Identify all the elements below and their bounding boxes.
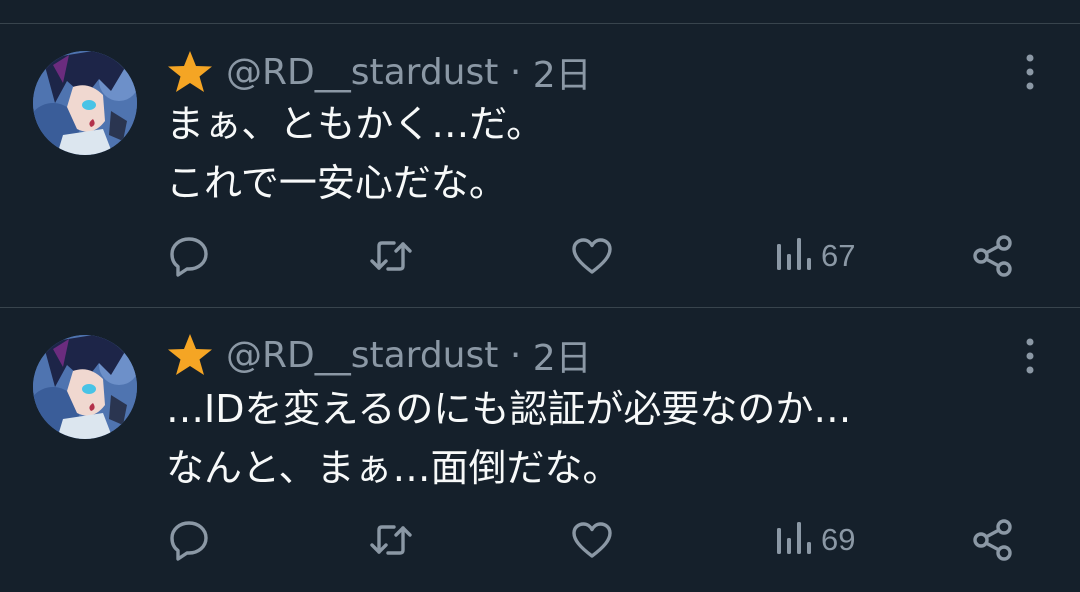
separator-dot: · xyxy=(498,334,533,376)
user-handle[interactable]: @RD__stardust xyxy=(226,335,498,376)
action-bar: 67 xyxy=(0,226,1080,286)
share-button[interactable] xyxy=(972,226,1014,286)
reply-icon xyxy=(170,237,208,277)
tweet-header: @RD__stardust · 2日 xyxy=(166,331,592,379)
avatar[interactable] xyxy=(33,335,137,439)
views-count: 69 xyxy=(821,522,856,557)
tweet[interactable]: @RD__stardust · 2日 まぁ、ともかく…だ。 これで一安心だな。 xyxy=(0,24,1080,308)
timestamp[interactable]: 2日 xyxy=(533,329,592,381)
retweet-button[interactable] xyxy=(368,510,414,570)
retweet-icon xyxy=(370,525,412,555)
tweet-line: …IDを変えるのにも認証が必要なのか… xyxy=(166,387,852,431)
views-icon xyxy=(777,238,811,270)
tweet[interactable]: @RD__stardust · 2日 …IDを変えるのにも認証が必要なのか… な… xyxy=(0,308,1080,592)
reply-button[interactable] xyxy=(167,510,211,570)
views-button[interactable]: 67 xyxy=(775,226,855,286)
tweet-text: …IDを変えるのにも認証が必要なのか… なんと、まぁ…面倒だな。 xyxy=(166,380,851,498)
reply-button[interactable] xyxy=(167,226,211,286)
like-button[interactable] xyxy=(570,226,614,286)
heart-icon xyxy=(572,238,612,274)
action-bar: 69 xyxy=(0,510,1080,570)
share-icon xyxy=(973,235,1012,277)
tweet-text: まぁ、ともかく…だ。 これで一安心だな。 xyxy=(166,95,544,213)
star-icon xyxy=(168,51,212,92)
star-icon xyxy=(168,334,212,375)
tweet-header: @RD__stardust · 2日 xyxy=(166,48,592,96)
separator-dot: · xyxy=(498,51,533,93)
reply-icon xyxy=(170,521,208,561)
timestamp[interactable]: 2日 xyxy=(533,46,592,98)
more-icon[interactable] xyxy=(1020,336,1040,376)
heart-icon xyxy=(572,522,612,558)
more-icon[interactable] xyxy=(1020,52,1040,92)
avatar[interactable] xyxy=(33,51,137,155)
share-button[interactable] xyxy=(972,510,1014,570)
like-button[interactable] xyxy=(570,510,614,570)
tweet-line: まぁ、ともかく…だ。 xyxy=(166,102,545,146)
views-icon xyxy=(777,522,811,554)
retweet-icon xyxy=(370,241,412,271)
retweet-button[interactable] xyxy=(368,226,414,286)
tweet-line: なんと、まぁ…面倒だな。 xyxy=(166,446,621,490)
share-icon xyxy=(973,519,1012,561)
user-handle[interactable]: @RD__stardust xyxy=(226,52,498,93)
tweet-line: これで一安心だな。 xyxy=(166,161,507,205)
views-count: 67 xyxy=(821,238,856,273)
views-button[interactable]: 69 xyxy=(775,510,855,570)
